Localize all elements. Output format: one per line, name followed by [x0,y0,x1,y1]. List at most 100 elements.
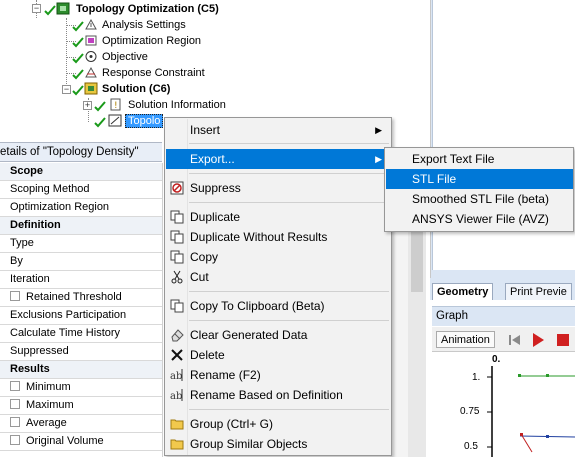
tree-node-solution[interactable]: Solution (C6) [102,81,170,97]
menu-item-duplicate-without-results[interactable]: Duplicate Without Results [166,227,390,247]
details-row-label: Type [10,237,34,249]
tree-node-solution-information[interactable]: Solution Information [128,97,226,113]
details-scrollbar-thumb[interactable] [411,232,423,292]
menu-item-label: Rename (F2) [190,368,261,382]
submenu-item-smoothed-stl-file[interactable]: Smoothed STL File (beta) [386,189,573,209]
details-row-label: Average [26,417,67,429]
details-section-header[interactable]: Results [0,361,162,379]
selected-node-label: Topolo [125,114,164,128]
parameter-checkbox[interactable] [10,435,20,445]
suppress-icon [170,181,184,195]
export-submenu: Export Text File STL File Smoothed STL F… [384,147,574,232]
menu-separator [189,143,389,144]
details-row[interactable]: Optimization Region [0,199,162,217]
eraser-icon [171,329,184,342]
data-point [518,374,521,377]
topology-density-icon [108,114,122,127]
details-row-label: Exclusions Participation [10,309,127,321]
submenu-arrow-icon: ▶ [375,125,382,135]
menu-item-clear-generated-data[interactable]: Clear Generated Data [166,325,390,345]
details-row[interactable]: Calculate Time History [0,325,162,343]
tree-node-response-constraint[interactable]: Response Constraint [102,65,205,81]
details-row[interactable]: By [0,253,162,271]
animation-label: Animation [436,331,495,348]
details-row[interactable]: Maximum [0,397,162,415]
details-row[interactable]: Retained Threshold [0,289,162,307]
graph-panel-title: Graph [432,306,575,326]
expand-toggle[interactable]: + [83,101,92,110]
details-section-header[interactable]: Definition [0,217,162,235]
parameter-checkbox[interactable] [10,291,20,301]
submenu-item-stl-file[interactable]: STL File [386,169,573,189]
tab-geometry[interactable]: Geometry [432,283,494,300]
play-icon[interactable] [530,332,546,348]
menu-item-delete[interactable]: Delete [166,345,390,365]
details-row[interactable]: Suppressed [0,343,162,361]
menu-item-label: Insert [190,123,221,137]
duplicate-icon [170,210,184,224]
details-row-label: Iteration [10,273,50,285]
green-check-icon [72,69,84,80]
menu-item-rename-based-on-definition[interactable]: ab Rename Based on Definition [166,385,390,405]
menu-item-label: Clear Generated Data [190,328,308,342]
details-section-header[interactable]: Scope [0,163,162,181]
menu-item-copy[interactable]: Copy [166,247,390,267]
menu-item-label: Group (Ctrl+ G) [190,417,274,431]
submenu-arrow-icon: ▶ [375,154,382,164]
details-row[interactable]: Scoping Method [0,181,162,199]
tree-guide [66,18,67,92]
rename-icon: ab [170,369,183,382]
green-check-icon [72,21,84,32]
menu-separator [189,202,389,203]
menu-item-label: Delete [190,348,225,362]
submenu-item-ansys-viewer-file[interactable]: ANSYS Viewer File (AVZ) [386,209,573,229]
graph-plot-area: 0. 1. 0.75 0.5 [432,352,575,457]
clipboard-icon [170,299,184,313]
details-row[interactable]: Minimum [0,379,162,397]
menu-item-copy-to-clipboard[interactable]: Copy To Clipboard (Beta) [166,296,390,316]
submenu-item-export-text-file[interactable]: Export Text File [386,149,573,169]
menu-item-insert[interactable]: Insert ▶ [166,120,390,140]
delete-icon [171,349,183,361]
menu-item-label: Duplicate [190,210,241,224]
details-row[interactable]: Original Volume [0,433,162,451]
menu-separator [189,173,389,174]
svg-text:ab: ab [170,391,182,402]
svg-text:ab: ab [170,371,182,382]
details-panel-title: etails of "Topology Density" [0,142,162,162]
menu-item-suppress[interactable]: Suppress [166,178,390,198]
menu-item-rename[interactable]: ab Rename (F2) [166,365,390,385]
stop-icon[interactable] [556,333,570,347]
menu-item-label: Group Similar Objects [190,437,308,451]
skip-back-icon[interactable] [508,333,522,347]
tree-node-objective[interactable]: Objective [102,49,148,65]
details-row-label: Suppressed [10,345,69,357]
tab-print-preview[interactable]: Print Previe [505,283,572,300]
details-row[interactable]: Exclusions Participation [0,307,162,325]
details-row[interactable]: Type [0,235,162,253]
details-row[interactable]: Average [0,415,162,433]
menu-separator [189,409,389,410]
parameter-checkbox[interactable] [10,417,20,427]
collapse-toggle[interactable]: − [62,85,71,94]
green-check-icon [72,85,84,96]
tree-node-optimization-region[interactable]: Optimization Region [102,33,201,49]
menu-item-cut[interactable]: Cut [166,267,390,287]
menu-item-export[interactable]: Export... ▶ [166,149,390,169]
menu-item-group[interactable]: Group (Ctrl+ G) [166,414,390,434]
menu-separator [189,291,389,292]
tree-node-topology-density[interactable]: Topolo [125,113,164,129]
tree-node-topology-optimization[interactable]: Topology Optimization (C5) [76,1,219,17]
analysis-settings-icon [85,18,97,30]
menu-item-duplicate[interactable]: Duplicate [166,207,390,227]
tree-node-analysis-settings[interactable]: Analysis Settings [102,17,186,33]
data-point [546,374,549,377]
parameter-checkbox[interactable] [10,381,20,391]
topology-optimization-icon [56,2,70,15]
parameter-checkbox[interactable] [10,399,20,409]
details-row-label: By [10,255,23,267]
menu-item-group-similar-objects[interactable]: Group Similar Objects [166,434,390,454]
collapse-toggle[interactable]: − [32,4,41,13]
details-row[interactable]: Iteration [0,271,162,289]
folder-icon [170,419,184,430]
